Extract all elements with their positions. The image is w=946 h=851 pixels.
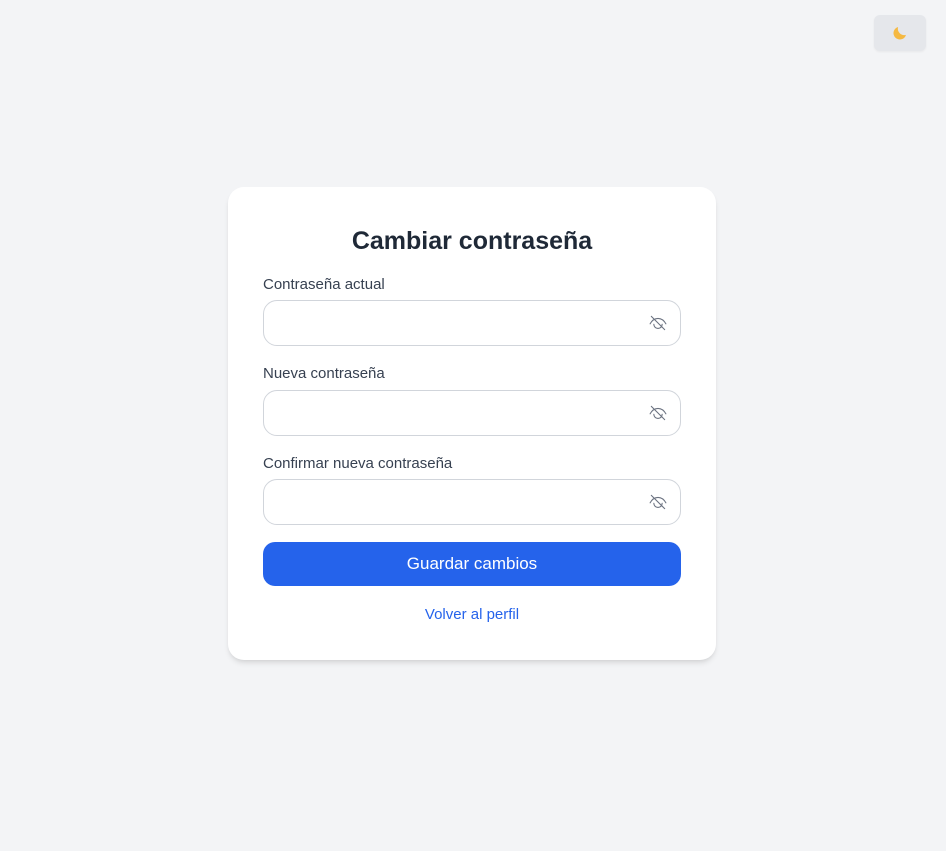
page-title: Cambiar contraseña <box>351 227 593 255</box>
eye-slash-icon <box>649 315 667 331</box>
confirm-password-input[interactable] <box>264 480 634 524</box>
back-to-profile-link[interactable]: Volver al perfil <box>425 606 519 623</box>
eye-slash-icon <box>649 405 667 421</box>
new-password-label: Nueva contraseña <box>263 365 385 382</box>
theme-toggle-button[interactable] <box>874 15 926 51</box>
current-password-visibility-toggle[interactable] <box>647 312 669 334</box>
current-password-field <box>263 300 681 346</box>
moon-icon <box>893 27 906 40</box>
change-password-card: Cambiar contraseña Contraseña actual Nue… <box>228 187 716 660</box>
confirm-password-field <box>263 479 681 525</box>
current-password-label: Contraseña actual <box>263 276 385 293</box>
new-password-visibility-toggle[interactable] <box>647 402 669 424</box>
back-to-profile-container: Volver al perfil <box>228 605 716 625</box>
new-password-field <box>263 390 681 436</box>
confirm-password-visibility-toggle[interactable] <box>647 491 669 513</box>
current-password-input[interactable] <box>264 301 634 345</box>
confirm-password-label: Confirmar nueva contraseña <box>263 455 453 472</box>
new-password-input[interactable] <box>264 391 634 435</box>
save-changes-button[interactable]: Guardar cambios <box>263 542 681 586</box>
eye-slash-icon <box>649 494 667 510</box>
